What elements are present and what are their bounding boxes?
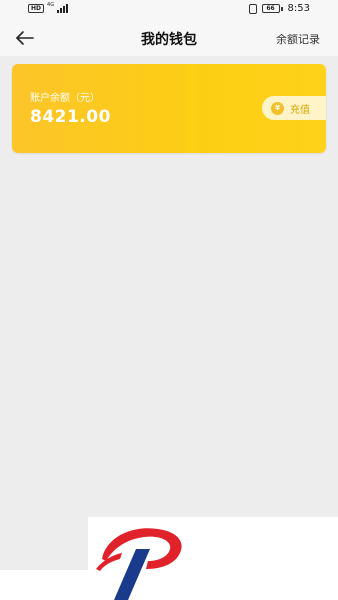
balance-records-link[interactable]: 余额记录 bbox=[276, 31, 320, 47]
status-bar: HD 4G 66 8:53 bbox=[0, 0, 338, 20]
status-bar-right: 66 8:53 bbox=[248, 3, 310, 14]
recharge-button[interactable]: ¥ 充值 bbox=[262, 96, 326, 120]
balance-label: 账户余额（元） bbox=[30, 93, 100, 104]
status-bar-left: HD 4G bbox=[28, 2, 69, 13]
coin-icon: ¥ bbox=[271, 101, 284, 115]
hd-badge: HD bbox=[28, 4, 45, 13]
signal-icon bbox=[57, 4, 69, 13]
balance-amount: 8421.00 bbox=[30, 107, 111, 127]
nav-bar: 我的钱包 余额记录 bbox=[0, 20, 338, 56]
bottom-bar bbox=[0, 570, 88, 600]
network-type-label: 4G bbox=[47, 2, 55, 8]
watermark-panel bbox=[88, 517, 338, 600]
battery-icon: 66 bbox=[261, 4, 283, 13]
battery-level: 66 bbox=[261, 4, 280, 13]
vibrate-icon bbox=[248, 3, 257, 14]
status-time: 8:53 bbox=[287, 3, 310, 14]
watermark-logo bbox=[96, 528, 182, 600]
recharge-label: 充值 bbox=[290, 104, 310, 116]
balance-card: 账户余额（元） 8421.00 ¥ 充值 bbox=[12, 64, 326, 153]
